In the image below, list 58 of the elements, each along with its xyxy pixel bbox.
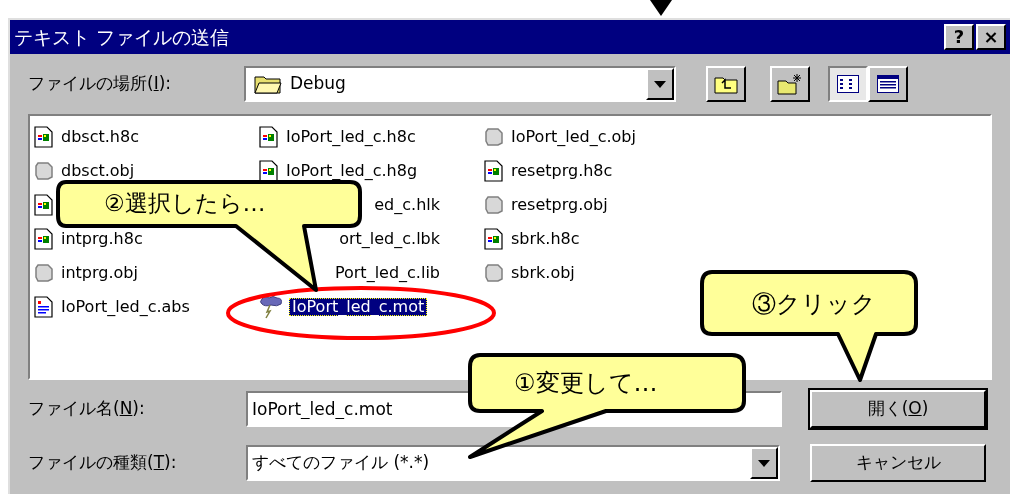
up-folder-icon — [714, 74, 738, 94]
file-name[interactable]: ed_c.hlk — [371, 196, 443, 214]
file-name[interactable]: Port_led_c.lib — [331, 264, 443, 282]
new-folder-icon — [777, 73, 803, 95]
close-button[interactable]: × — [976, 24, 1006, 50]
dropdown-button[interactable] — [646, 68, 674, 100]
object-file-icon — [484, 195, 504, 215]
location-value: Debug — [290, 72, 347, 96]
object-file-icon — [484, 127, 504, 147]
file-name[interactable]: dbsct.obj — [58, 162, 138, 180]
file-name[interactable]: resetprg.obj — [508, 196, 611, 214]
file-name[interactable]: sbrk.h8c — [508, 230, 583, 248]
object-file-icon — [34, 263, 54, 283]
caret-icon — [654, 80, 666, 88]
file-name[interactable]: IoPort_led_c.obj — [508, 128, 639, 146]
file-name[interactable]: IoPort_led_c.h8c — [283, 128, 419, 146]
window-title: テキスト ファイルの送信 — [14, 24, 231, 50]
file-type-value: すべてのファイル (*.*) — [251, 451, 431, 475]
location-label: ファイルの場所(I): — [28, 73, 172, 94]
caret-icon — [758, 459, 770, 467]
document-icon — [484, 228, 504, 250]
text-document-icon — [34, 296, 54, 318]
file-name[interactable]: dbsct.h8c — [58, 128, 142, 146]
document-icon — [34, 126, 54, 148]
file-name[interactable]: intprg.h8c — [58, 230, 146, 248]
callout-text: ①変更して… — [514, 368, 658, 399]
object-file-icon — [484, 263, 504, 283]
pointer-arrow — [650, 0, 672, 16]
list-view-button[interactable] — [828, 66, 868, 102]
file-name[interactable]: IoPort_led_c.h8g — [283, 162, 421, 180]
file-name[interactable]: IoPort_led_c.mot — [289, 298, 428, 316]
file-type-label: ファイルの種類(T): — [28, 452, 177, 473]
file-name[interactable]: ort_led_c.lbk — [336, 230, 443, 248]
callout-text: ②選択したら… — [104, 189, 266, 218]
cancel-button[interactable]: キャンセル — [810, 444, 986, 482]
file-name[interactable]: sbrk.obj — [508, 264, 578, 282]
up-folder-button[interactable] — [706, 66, 746, 102]
open-button[interactable]: 開く(O) — [810, 390, 986, 428]
location-dropdown[interactable]: Debug — [244, 66, 676, 102]
file-name[interactable]: resetprg.h8c — [508, 162, 616, 180]
list-view-icon — [837, 75, 859, 93]
document-icon — [34, 194, 54, 216]
details-view-button[interactable] — [868, 66, 908, 102]
file-name[interactable]: intprg.obj — [58, 264, 141, 282]
file-name[interactable]: IoPort_led_c.abs — [58, 298, 193, 316]
lightning-cloud-icon — [259, 295, 285, 319]
folder-icon — [254, 74, 282, 94]
callout-text: ③クリック — [752, 289, 876, 320]
dropdown-button[interactable] — [750, 447, 778, 479]
file-name-label: ファイル名(N): — [28, 398, 145, 419]
document-icon — [259, 126, 279, 148]
document-icon — [484, 160, 504, 182]
new-folder-button[interactable] — [770, 66, 810, 102]
object-file-icon — [34, 161, 54, 181]
document-icon — [34, 228, 54, 250]
file-type-dropdown[interactable]: すべてのファイル (*.*) — [246, 445, 780, 481]
help-button[interactable]: ? — [944, 24, 974, 50]
details-view-icon — [877, 75, 899, 93]
